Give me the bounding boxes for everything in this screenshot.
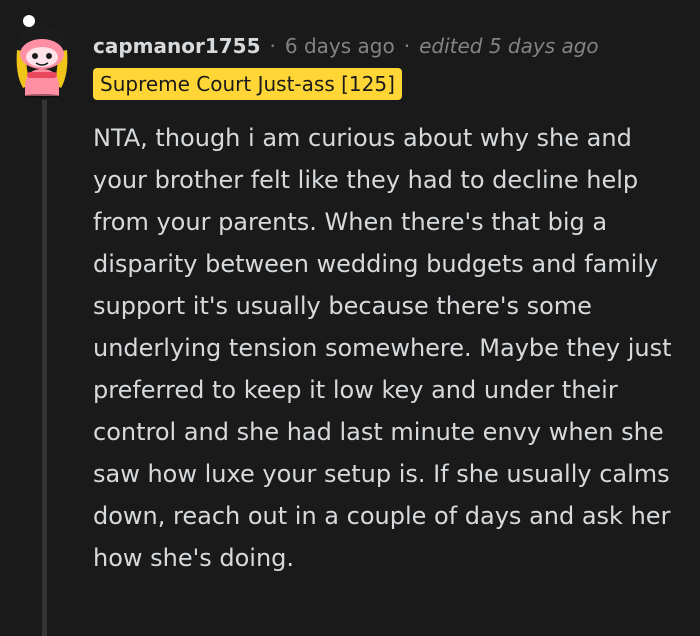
user-flair: Supreme Court Just-ass [125] (93, 68, 402, 100)
timestamp-link[interactable]: 6 days ago (285, 31, 395, 61)
username-link[interactable]: capmanor1755 (93, 31, 261, 61)
snoo-avatar-icon (16, 15, 68, 98)
edited-label: edited 5 days ago (419, 34, 599, 58)
comment-body: NTA, though i am curious about why she a… (93, 124, 672, 572)
meta-separator: · (269, 34, 276, 58)
thread-collapse-line[interactable] (42, 100, 47, 636)
avatar[interactable] (13, 14, 71, 98)
meta-separator: · (403, 34, 411, 58)
comment-header: capmanor1755 · 6 days ago · edited 5 day… (93, 31, 599, 61)
comment: capmanor1755 · 6 days ago · edited 5 day… (0, 0, 700, 636)
